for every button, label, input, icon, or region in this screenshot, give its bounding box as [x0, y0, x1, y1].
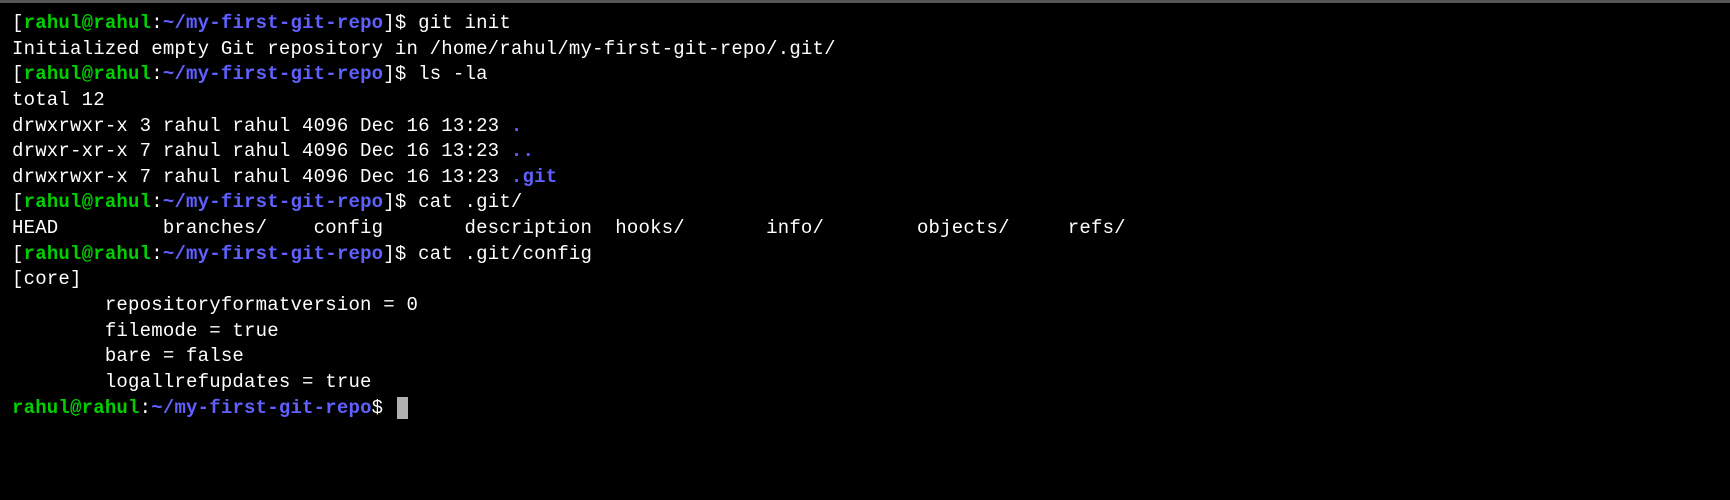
bracket-open: [: [12, 191, 24, 213]
cwd-path: ~/my-first-git-repo: [163, 243, 383, 265]
cwd-path: ~/my-first-git-repo: [163, 191, 383, 213]
config-line: filemode = true: [12, 319, 1718, 345]
command-text: ls -la: [418, 63, 488, 85]
cwd-path: ~/my-first-git-repo: [151, 397, 371, 419]
config-section-header: [core]: [12, 267, 1718, 293]
prompt-colon: :: [151, 63, 163, 85]
cwd-path: ~/my-first-git-repo: [163, 12, 383, 34]
ls-perms: drwxr-xr-x 7 rahul rahul 4096 Dec 16 13:…: [12, 140, 511, 162]
ls-perms: drwxrwxr-x 3 rahul rahul 4096 Dec 16 13:…: [12, 115, 511, 137]
bracket-open: [: [12, 63, 24, 85]
prompt-colon: :: [140, 397, 152, 419]
cwd-path: ~/my-first-git-repo: [163, 63, 383, 85]
prompt-colon: :: [151, 191, 163, 213]
command-text: git init: [418, 12, 511, 34]
command-text: cat .git/config: [418, 243, 592, 265]
prompt-dollar: $: [395, 63, 418, 85]
ls-perms: drwxrwxr-x 7 rahul rahul 4096 Dec 16 13:…: [12, 166, 511, 188]
bracket-open: [: [12, 12, 24, 34]
ls-dir-name: ..: [511, 140, 534, 162]
config-line: repositoryformatversion = 0: [12, 293, 1718, 319]
prompt-dollar: $: [395, 12, 418, 34]
user-host: rahul@rahul: [24, 243, 152, 265]
tab-completion-list: HEAD branches/ config description hooks/…: [12, 216, 1718, 242]
cursor-icon: [397, 397, 408, 419]
prompt-line-current[interactable]: rahul@rahul:~/my-first-git-repo$: [12, 396, 1718, 422]
config-line: logallrefupdates = true: [12, 370, 1718, 396]
bracket-close: ]: [383, 191, 395, 213]
prompt-dollar: $: [395, 191, 418, 213]
ls-dir-name: .git: [511, 166, 557, 188]
prompt-line-1: [rahul@rahul:~/my-first-git-repo]$ git i…: [12, 11, 1718, 37]
prompt-line-4: [rahul@rahul:~/my-first-git-repo]$ cat .…: [12, 242, 1718, 268]
user-host: rahul@rahul: [24, 12, 152, 34]
user-host: rahul@rahul: [12, 397, 140, 419]
bracket-close: ]: [383, 243, 395, 265]
bracket-close: ]: [383, 12, 395, 34]
output-git-init: Initialized empty Git repository in /hom…: [12, 37, 1718, 63]
prompt-line-2: [rahul@rahul:~/my-first-git-repo]$ ls -l…: [12, 62, 1718, 88]
ls-row-3: drwxrwxr-x 7 rahul rahul 4096 Dec 16 13:…: [12, 165, 1718, 191]
prompt-dollar: $: [372, 397, 395, 419]
ls-dir-name: .: [511, 115, 523, 137]
prompt-dollar: $: [395, 243, 418, 265]
bracket-open: [: [12, 243, 24, 265]
prompt-line-3: [rahul@rahul:~/my-first-git-repo]$ cat .…: [12, 190, 1718, 216]
ls-row-2: drwxr-xr-x 7 rahul rahul 4096 Dec 16 13:…: [12, 139, 1718, 165]
bracket-close: ]: [383, 63, 395, 85]
ls-total: total 12: [12, 88, 1718, 114]
user-host: rahul@rahul: [24, 191, 152, 213]
command-text: cat .git/: [418, 191, 522, 213]
user-host: rahul@rahul: [24, 63, 152, 85]
ls-row-1: drwxrwxr-x 3 rahul rahul 4096 Dec 16 13:…: [12, 114, 1718, 140]
prompt-colon: :: [151, 12, 163, 34]
config-line: bare = false: [12, 344, 1718, 370]
prompt-colon: :: [151, 243, 163, 265]
